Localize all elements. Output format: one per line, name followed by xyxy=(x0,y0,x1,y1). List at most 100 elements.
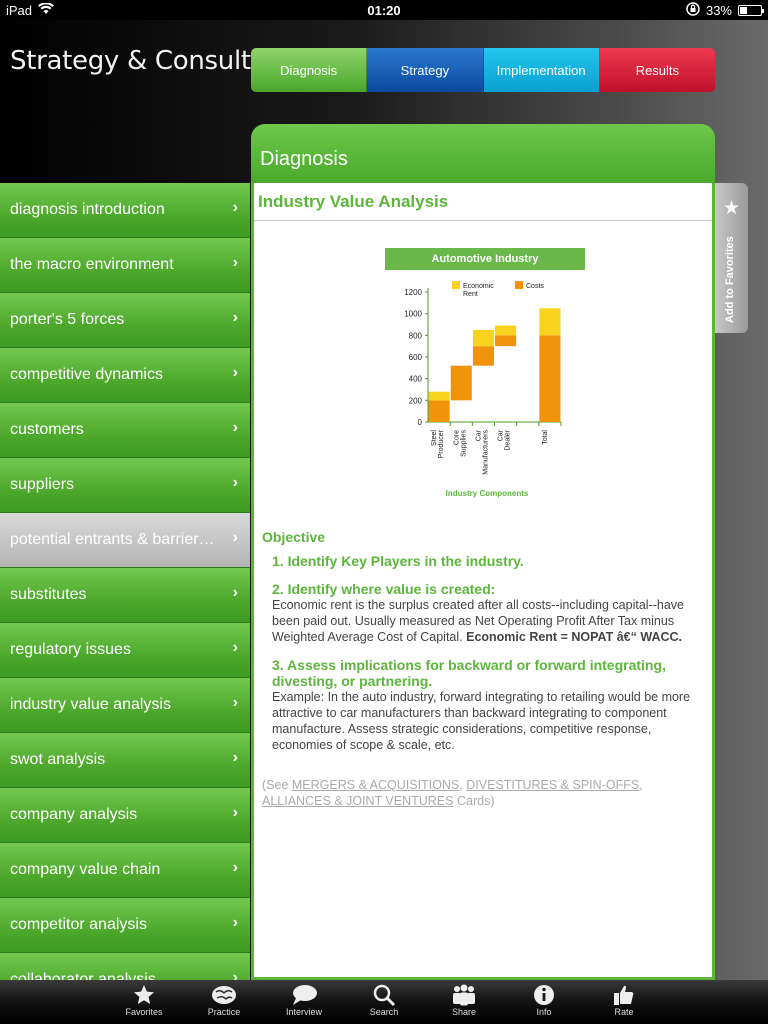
legend-swatch xyxy=(452,281,460,289)
info-icon xyxy=(532,982,556,1007)
link-mergers[interactable]: MERGERS & ACQUISITIONS xyxy=(292,778,459,792)
chevron-right-icon: › xyxy=(232,529,238,546)
status-right: 33% xyxy=(462,1,764,19)
sidebar-item[interactable]: swot analysis › xyxy=(0,733,250,788)
y-tick-label: 400 xyxy=(409,375,423,384)
sidebar-item[interactable]: industry value analysis › xyxy=(0,678,250,733)
tab-bar-label: Interview xyxy=(285,1007,322,1017)
see-also: (See MERGERS & ACQUISITIONS, DIVESTITURE… xyxy=(262,777,708,809)
sidebar-item[interactable]: porter's 5 forces › xyxy=(0,293,250,348)
sidebar-item-label: industry value analysis xyxy=(10,696,171,713)
x-tick-label: Car xyxy=(498,429,505,441)
status-left: iPad xyxy=(6,1,306,18)
see-suffix: Cards) xyxy=(453,794,495,808)
panel-title: Diagnosis xyxy=(251,124,715,184)
legend-label: Economic xyxy=(463,283,494,290)
tab-bar-practice[interactable]: Practice xyxy=(184,980,264,1024)
sidebar-item-label: company analysis xyxy=(10,806,138,823)
sidebar-item-label: suppliers xyxy=(10,476,75,493)
star-icon xyxy=(132,982,156,1007)
x-tick-label: Producer xyxy=(438,429,445,458)
sidebar-item[interactable]: the macro environment › xyxy=(0,238,250,293)
tab-bar-label: Share xyxy=(451,1007,477,1017)
y-tick-label: 800 xyxy=(409,331,423,340)
tab-bar-rate[interactable]: Rate xyxy=(584,980,664,1024)
objective-heading: Objective xyxy=(262,529,326,545)
speech-bubble-icon xyxy=(290,982,318,1007)
rotation-lock-icon xyxy=(686,1,700,19)
y-tick-label: 1000 xyxy=(404,310,422,319)
sidebar-item[interactable]: competitor analysis › xyxy=(0,898,250,953)
bottom-tab-bar: Favorites Practice Interview Search Share Inf… xyxy=(0,980,768,1024)
sidebar-item[interactable]: suppliers › xyxy=(0,458,250,513)
tab-bar-favorites[interactable]: Favorites xyxy=(104,980,184,1024)
x-tick-label: Dealer xyxy=(505,429,512,450)
tab-bar-info[interactable]: Info xyxy=(504,980,584,1024)
chevron-right-icon: › xyxy=(232,969,238,980)
sidebar-item[interactable]: competitive dynamics › xyxy=(0,348,250,403)
chevron-right-icon: › xyxy=(232,914,238,931)
y-tick-label: 600 xyxy=(409,353,423,362)
sidebar-item[interactable]: potential entrants & barrier… › xyxy=(0,513,250,568)
search-icon xyxy=(372,982,396,1007)
x-tick-label: Manufacturers xyxy=(482,430,489,475)
sidebar-item[interactable]: regulatory issues › xyxy=(0,623,250,678)
tab-results[interactable]: Results xyxy=(599,48,715,92)
tab-implementation[interactable]: Implementation xyxy=(483,48,600,92)
tab-strategy[interactable]: Strategy xyxy=(367,48,484,92)
chevron-right-icon: › xyxy=(232,584,238,601)
point1-title: 1. Identify Key Players in the industry. xyxy=(272,553,524,569)
sidebar-item[interactable]: company value chain › xyxy=(0,843,250,898)
battery-icon xyxy=(738,4,764,16)
chevron-right-icon: › xyxy=(232,804,238,821)
bar-economic-rent xyxy=(539,308,561,336)
y-tick-label: 0 xyxy=(418,418,423,427)
sidebar-item[interactable]: diagnosis introduction › xyxy=(0,183,250,238)
bar-costs xyxy=(450,365,472,401)
sidebar-item[interactable]: collaborator analysis › xyxy=(0,953,250,980)
section-title: Industry Value Analysis xyxy=(254,183,712,221)
link-divestitures[interactable]: DIVESTITURES & SPIN-OFFS xyxy=(466,778,639,792)
sidebar-item[interactable]: customers › xyxy=(0,403,250,458)
content-text: Objective 1. Identify Key Players in the… xyxy=(262,529,708,809)
sidebar-item-label: porter's 5 forces xyxy=(10,311,125,328)
sidebar-item-label: diagnosis introduction xyxy=(10,201,165,218)
chevron-right-icon: › xyxy=(232,199,238,216)
app-title: Strategy & Consulting xyxy=(10,46,291,76)
tab-bar-share[interactable]: Share xyxy=(424,980,504,1024)
link-alliances[interactable]: ALLIANCES & JOINT VENTURES xyxy=(262,794,454,808)
add-to-favorites-label: Add to Favorites xyxy=(724,236,736,323)
add-to-favorites-tab[interactable]: ★ Add to Favorites xyxy=(715,183,748,333)
sidebar-item-label: company value chain xyxy=(10,861,161,878)
sidebar: diagnosis introduction › the macro environ… xyxy=(0,183,250,980)
bar-economic-rent xyxy=(472,329,494,347)
x-axis-label: Industry Components xyxy=(446,489,529,498)
sidebar-item-label: customers xyxy=(10,421,84,438)
bar-costs xyxy=(539,335,561,422)
chevron-right-icon: › xyxy=(232,639,238,656)
x-tick-label: Total xyxy=(542,430,549,445)
bar-costs xyxy=(472,346,494,366)
bar-economic-rent xyxy=(428,391,450,401)
chart-svg: 0 200 400 600 800 1000 1200 Steel Producer Core Su… xyxy=(404,281,562,498)
tab-bar-search[interactable]: Search xyxy=(344,980,424,1024)
sidebar-item-label: potential entrants & barrier… xyxy=(10,531,215,548)
bar-costs xyxy=(495,335,517,347)
legend-label: Costs xyxy=(526,283,544,290)
sidebar-item[interactable]: company analysis › xyxy=(0,788,250,843)
tab-bar-label: Info xyxy=(536,1007,552,1017)
device-name: iPad xyxy=(6,2,33,18)
chevron-right-icon: › xyxy=(232,474,238,491)
sidebar-item-label: competitor analysis xyxy=(10,916,147,933)
tab-bar-interview[interactable]: Interview xyxy=(264,980,344,1024)
x-tick-label: Steel xyxy=(431,430,438,446)
sidebar-item[interactable]: substitutes › xyxy=(0,568,250,623)
chevron-right-icon: › xyxy=(232,859,238,876)
content-panel[interactable]: Industry Value Analysis Automotive Indus… xyxy=(251,183,715,980)
tab-diagnosis[interactable]: Diagnosis xyxy=(251,48,368,92)
x-tick-label: Supplies xyxy=(460,430,467,457)
see-sep2: , xyxy=(639,778,643,792)
sidebar-item-label: collaborator analysis xyxy=(10,971,156,980)
sidebar-item-label: regulatory issues xyxy=(10,641,131,658)
x-tick-label: Car xyxy=(475,429,482,441)
